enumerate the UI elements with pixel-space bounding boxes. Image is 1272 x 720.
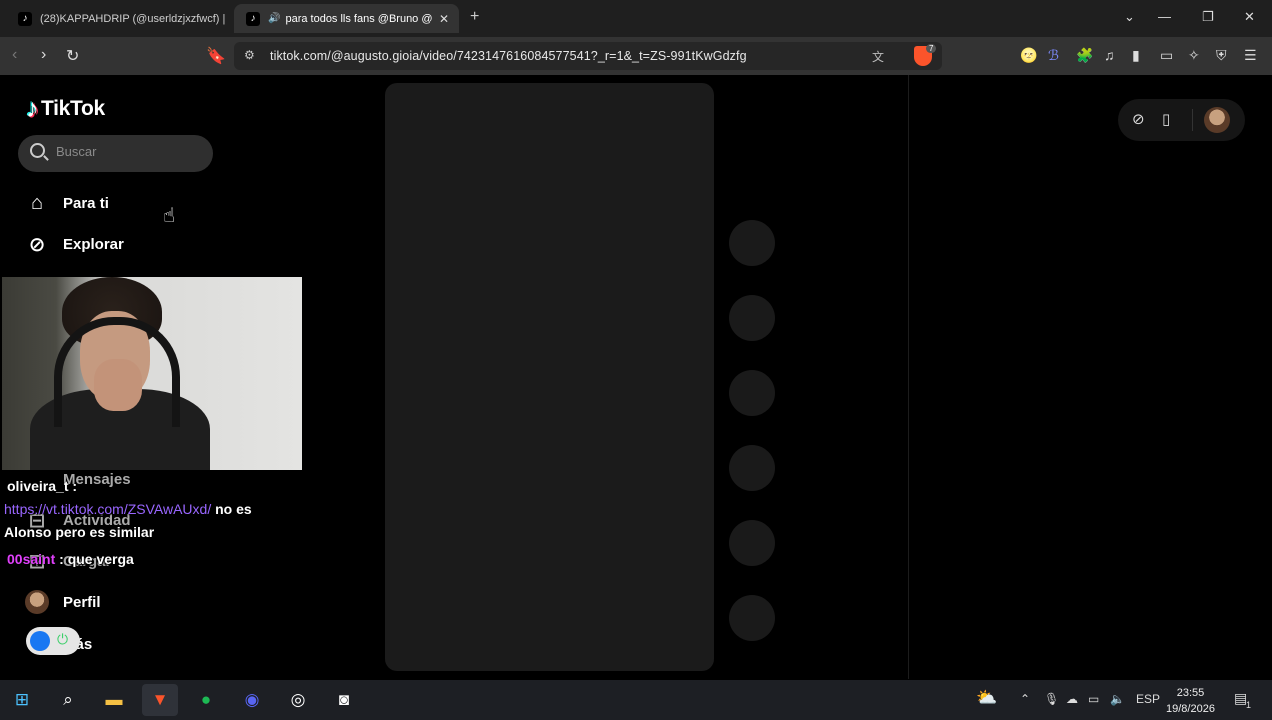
nav-perfil[interactable]: Perfil: [24, 589, 101, 615]
windows-taskbar: ⊞ ⌕ ▬ ▼ ● ◉ ◎ ◙ ⛅ ⌃ 🎙 ☁ ▭ 🔈 ESP 23:55 19…: [0, 680, 1272, 720]
language-indicator[interactable]: ESP: [1136, 692, 1160, 706]
weather-icon[interactable]: ⛅: [976, 688, 997, 708]
browser-tab-bar: ♪ (28)KAPPAHDRIP (@userldzjxzfwcf) | ♪ 🔊…: [0, 0, 1272, 37]
video-player[interactable]: [385, 83, 714, 671]
mobile-icon[interactable]: ▯: [1162, 110, 1170, 128]
notification-count: 1: [1246, 700, 1252, 710]
discord-icon[interactable]: ◉: [234, 684, 270, 716]
panel-divider: [908, 75, 909, 679]
chat-text: : que verga: [59, 551, 134, 567]
tab-list-chevron-icon[interactable]: ⌄: [1124, 9, 1135, 25]
restore-button[interactable]: ❐: [1202, 9, 1214, 25]
reload-button[interactable]: ↻: [66, 46, 79, 66]
tab-active-video[interactable]: ♪ 🔊 para todos lls fans @Bruno @ ✕: [234, 4, 459, 33]
cloud-icon[interactable]: ☁: [1066, 692, 1078, 706]
search-input[interactable]: [56, 144, 206, 159]
home-icon: ⌂: [30, 191, 44, 214]
nav-para-ti[interactable]: ⌂ Para ti: [24, 190, 109, 216]
back-button[interactable]: ‹: [12, 46, 17, 64]
chat-line-2: https://vt.tiktok.com/ZSVAwAUxd/ no es: [4, 501, 252, 517]
chat-line-1: oliveira_t :: [7, 478, 77, 494]
vpn-shield-icon[interactable]: ⛨: [1216, 47, 1227, 64]
forward-button[interactable]: ›: [41, 46, 46, 64]
emoji-extension-icon[interactable]: 🌝: [1020, 47, 1037, 64]
clock[interactable]: 23:55 19/8/2026: [1166, 685, 1215, 717]
share-button[interactable]: [729, 445, 775, 491]
search-box[interactable]: [18, 135, 213, 172]
chevron-up-icon[interactable]: ⌃: [1020, 692, 1030, 706]
minimize-button[interactable]: —: [1158, 9, 1171, 24]
menu-icon[interactable]: ☰: [1244, 47, 1257, 64]
tiktok-favicon-icon: ♪: [18, 11, 32, 26]
volume-icon[interactable]: 🔈: [1110, 692, 1125, 706]
media-icon[interactable]: ♫: [1104, 47, 1115, 63]
profile-avatar: [24, 589, 50, 615]
brave-browser-icon[interactable]: ▼: [142, 684, 178, 716]
search-icon[interactable]: ⌕: [50, 684, 86, 716]
obs-icon[interactable]: ◎: [280, 684, 316, 716]
tiktok-note-icon: ♪: [26, 93, 39, 123]
top-right-controls: ⊘ ▯: [1118, 99, 1245, 141]
extensions-icon[interactable]: 🧩: [1076, 47, 1093, 64]
webcam-person-hand: [94, 359, 142, 411]
comment-button[interactable]: [729, 295, 775, 341]
search-icon: [30, 143, 45, 158]
close-tab-icon[interactable]: ✕: [439, 12, 449, 26]
overlay-toggle[interactable]: ⏻: [26, 627, 80, 655]
compass-icon: ⊘: [28, 233, 46, 256]
nav-label: Para ti: [63, 194, 109, 212]
chat-username: oliveira_t :: [7, 478, 78, 494]
microphone-icon[interactable]: 🎙: [1044, 692, 1059, 706]
bookmark-icon[interactable]: 🔖: [206, 46, 226, 66]
tab-title: para todos lls fans @Bruno @: [285, 12, 433, 25]
chat-line-3: Alonso pero es similar: [4, 524, 154, 540]
wallet-icon[interactable]: ▭: [1160, 47, 1173, 64]
power-icon: ⏻: [57, 631, 69, 647]
start-button[interactable]: ⊞: [4, 684, 40, 716]
leo-ai-icon[interactable]: ✧: [1188, 47, 1200, 64]
network-icon[interactable]: ▭: [1088, 692, 1099, 706]
file-explorer-icon[interactable]: ▬: [96, 684, 132, 716]
nav-label: Explorar: [63, 235, 124, 253]
music-disc-button[interactable]: [729, 595, 775, 641]
address-bar[interactable]: ⚙ tiktok.com/@augusto.gioia/video/742314…: [234, 42, 942, 70]
spotify-icon[interactable]: ●: [188, 684, 224, 716]
chat-line-4: 00saint : que verga: [7, 551, 134, 567]
chat-text: no es: [211, 501, 252, 517]
chat-link[interactable]: https://vt.tiktok.com/ZSVAwAUxd/: [4, 501, 211, 517]
coins-icon[interactable]: ⊘: [1132, 110, 1145, 128]
logo-text: TikTok: [41, 96, 105, 120]
nav-explorar[interactable]: ⊘ Explorar: [24, 231, 124, 257]
new-tab-button[interactable]: +: [470, 8, 479, 26]
user-avatar[interactable]: [1204, 107, 1230, 133]
browser-toolbar: ‹ › ↻ 🔖 ⚙ tiktok.com/@augusto.gioia/vide…: [0, 37, 1272, 75]
url-text[interactable]: tiktok.com/@augusto.gioia/video/74231476…: [270, 49, 747, 63]
more-actions-button[interactable]: [729, 520, 775, 566]
nav-label: Perfil: [63, 593, 101, 611]
like-button[interactable]: [729, 220, 775, 266]
site-info-icon[interactable]: ⚙: [244, 48, 255, 62]
tab-title: (28)KAPPAHDRIP (@userldzjxzfwcf) |: [40, 12, 226, 25]
tiktok-logo[interactable]: ♪ TikTok: [26, 93, 105, 124]
clock-date: 19/8/2026: [1166, 703, 1215, 715]
tiktok-favicon-icon: ♪: [246, 11, 260, 26]
toggle-knob: [30, 631, 50, 651]
chat-username: 00saint: [7, 551, 56, 567]
close-window-button[interactable]: ✕: [1244, 9, 1255, 25]
sidebar-icon[interactable]: ▮: [1132, 47, 1140, 64]
translate-extension-icon[interactable]: ℬ: [1048, 47, 1059, 64]
translate-icon[interactable]: 文: [872, 48, 884, 65]
webcam-overlay: [2, 277, 302, 470]
mouse-cursor-icon: ☝: [163, 205, 176, 227]
chat-text: Alonso pero es similar: [4, 524, 155, 540]
clock-time: 23:55: [1176, 687, 1205, 699]
brave-shields-badge: 7: [926, 44, 937, 53]
tab-kappahdrip[interactable]: ♪ (28)KAPPAHDRIP (@userldzjxzfwcf) |: [6, 4, 230, 33]
capture-app-icon[interactable]: ◙: [326, 684, 362, 716]
speaker-icon[interactable]: 🔊: [268, 13, 280, 24]
bookmark-button[interactable]: [729, 370, 775, 416]
